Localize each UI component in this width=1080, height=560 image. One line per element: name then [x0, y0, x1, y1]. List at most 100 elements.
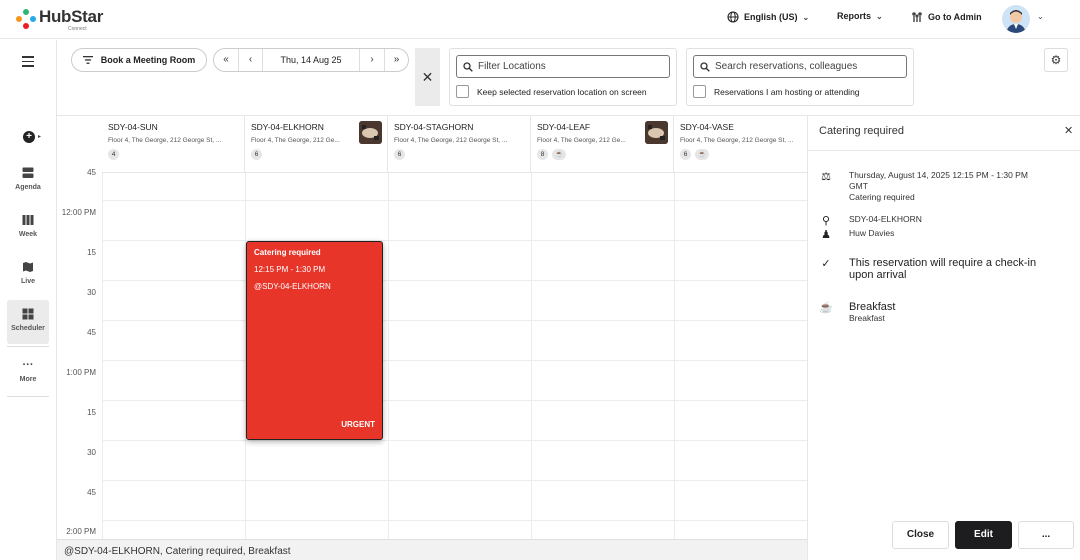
chevron-down-icon[interactable]: ⌄ [1037, 12, 1044, 21]
hubstar-logo[interactable]: HubStar Connect [16, 7, 104, 32]
grid-line [102, 240, 807, 241]
time-label: 45 [87, 328, 96, 337]
current-date[interactable]: Thu, 14 Aug 25 [262, 49, 360, 71]
checkbox-box[interactable] [693, 85, 706, 98]
panel-datetime: Thursday, August 14, 2025 12:15 PM - 1:3… [849, 170, 1028, 180]
grid-line [102, 480, 807, 481]
person-icon: ♟ [821, 229, 831, 241]
grid-line [102, 360, 807, 361]
more-icon: ··· [22, 359, 34, 371]
nav-item-live[interactable]: Live [7, 253, 49, 297]
go-to-admin-link[interactable]: Go to Admin [911, 11, 982, 23]
language-selector[interactable]: English (US) ⌄ [727, 11, 809, 23]
room-column-header[interactable]: SDY-04-LEAF Floor 4, The George, 212 Ge.… [531, 116, 674, 173]
room-address: Floor 4, The George, 212 George St, ... [394, 137, 508, 144]
capacity-badge: 6 [394, 149, 405, 160]
left-nav: + ▸ Agenda Week Live Scheduler ··· More [0, 40, 57, 560]
add-icon[interactable]: + [23, 131, 35, 143]
panel-catering-row: ☕ Breakfast Breakfast [819, 301, 895, 324]
chevron-down-icon: ⌄ [876, 11, 883, 21]
date-navigator: « ‹ Thu, 14 Aug 25 › » [213, 48, 409, 72]
book-meeting-room-button[interactable]: Book a Meeting Room [71, 48, 207, 72]
panel-datetime-row: ⚖ Thursday, August 14, 2025 12:15 PM - 1… [819, 170, 1028, 203]
time-label: 30 [87, 448, 96, 457]
close-button[interactable]: Close [892, 521, 949, 549]
reservation-event-card[interactable]: Catering required 12:15 PM - 1:30 PM @SD… [246, 241, 383, 440]
room-column-header[interactable]: SDY-04-VASE Floor 4, The George, 212 Geo… [674, 116, 807, 173]
grid-line [102, 200, 807, 201]
room-name: SDY-04-STAGHORN [394, 122, 474, 132]
chevron-left-icon[interactable]: ‹ [238, 49, 262, 71]
settings-gear-icon[interactable]: ⚙ [1044, 48, 1068, 72]
capacity-badge: 6 [680, 149, 691, 160]
nav-item-label: Live [20, 278, 35, 285]
go-to-admin-label: Go to Admin [928, 12, 982, 22]
grid-line [102, 440, 807, 441]
panel-person: Huw Davies [849, 228, 895, 238]
catering-title: Breakfast [849, 301, 896, 313]
nav-item-agenda[interactable]: Agenda [7, 159, 49, 203]
hamburger-menu-icon[interactable] [22, 56, 34, 70]
column-divider [388, 173, 389, 539]
room-thumbnail-image[interactable] [645, 121, 668, 144]
language-label: English (US) [744, 12, 798, 22]
column-divider [674, 173, 675, 539]
search-reservations-placeholder: Search reservations, colleagues [715, 61, 858, 72]
more-options-button[interactable]: ... [1018, 521, 1074, 549]
time-label: 45 [87, 168, 96, 177]
room-address: Floor 4, The George, 212 George St, ... [680, 137, 794, 144]
double-chevron-right-icon[interactable]: » [384, 49, 408, 71]
time-label: 15 [87, 408, 96, 417]
close-icon[interactable]: ✕ [1064, 124, 1073, 137]
caret-right-icon[interactable]: ▸ [38, 133, 41, 140]
room-column-header[interactable]: SDY-04-ELKHORN Floor 4, The George, 212 … [245, 116, 388, 173]
time-label: 30 [87, 288, 96, 297]
time-label: 1:00 PM [66, 368, 96, 377]
nav-item-scheduler[interactable]: Scheduler [7, 300, 49, 344]
panel-divider [808, 150, 1080, 151]
admin-icon [912, 12, 922, 22]
panel-title: Catering required [819, 125, 904, 137]
filter-locations-input[interactable]: Filter Locations [456, 55, 670, 78]
nav-item-week[interactable]: Week [7, 206, 49, 250]
brand-subtitle: Connect [68, 26, 87, 32]
chevron-right-icon[interactable]: › [360, 49, 384, 71]
clear-filters-close-icon[interactable]: ✕ [415, 48, 440, 106]
catering-cup-icon: ☕ [695, 149, 710, 160]
reports-menu[interactable]: Reports ⌄ [837, 11, 883, 21]
hosting-attending-checkbox[interactable]: Reservations I am hosting or attending [693, 85, 860, 98]
reservation-detail-panel: Catering required ✕ ⚖ Thursday, August 1… [807, 116, 1080, 560]
grid-line [102, 400, 807, 401]
catering-cup-icon: ☕ [552, 149, 567, 160]
week-icon [22, 214, 34, 226]
room-thumbnail-image[interactable] [359, 121, 382, 144]
room-column-header[interactable]: SDY-04-STAGHORN Floor 4, The George, 212… [388, 116, 531, 173]
search-icon [700, 61, 710, 72]
checkbox-box[interactable] [456, 85, 469, 98]
nav-item-more[interactable]: ··· More [7, 351, 49, 395]
capacity-badge: 6 [251, 149, 262, 160]
coffee-cup-icon: ☕ [819, 302, 833, 314]
double-chevron-left-icon[interactable]: « [214, 49, 238, 71]
brand-name: HubStar [39, 7, 104, 26]
user-avatar[interactable] [1002, 5, 1030, 33]
column-divider [102, 173, 103, 539]
search-reservations-input[interactable]: Search reservations, colleagues [693, 55, 907, 78]
column-divider [531, 173, 532, 539]
time-label: 15 [87, 248, 96, 257]
nav-item-label: Week [18, 231, 38, 238]
time-label: 45 [87, 488, 96, 497]
top-bar: HubStar Connect English (US) ⌄ Reports ⌄… [0, 0, 1080, 39]
capacity-badge: 8 [537, 149, 548, 160]
globe-icon [727, 11, 739, 23]
nav-divider [7, 396, 49, 397]
scheduler-toolbar: Book a Meeting Room « ‹ Thu, 14 Aug 25 ›… [57, 40, 1080, 116]
filter-lines-icon [82, 56, 93, 64]
room-column-header[interactable]: SDY-04-SUN Floor 4, The George, 212 Geor… [102, 116, 245, 173]
edit-button[interactable]: Edit [955, 521, 1012, 549]
check-icon: ✓ [821, 258, 831, 270]
keep-location-checkbox[interactable]: Keep selected reservation location on sc… [456, 85, 647, 98]
event-title: Catering required [254, 248, 321, 257]
panel-subtitle: Catering required [849, 192, 915, 202]
catering-subtitle: Breakfast [849, 313, 885, 323]
